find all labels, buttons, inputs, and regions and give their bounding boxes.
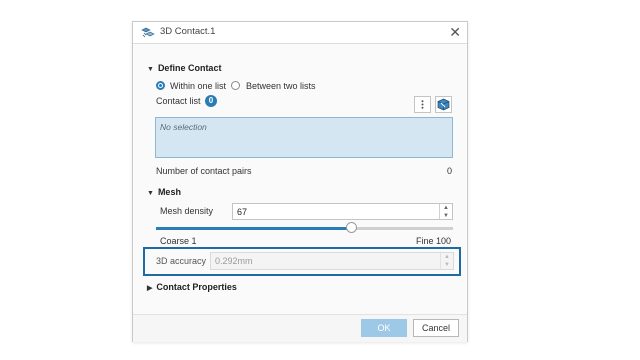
contact-pairs-label: Number of contact pairs (156, 166, 252, 176)
mesh-slider-fill (156, 227, 353, 230)
dialog-title: 3D Contact.1 (160, 26, 216, 37)
radio-within-one-list[interactable] (156, 81, 165, 90)
contact-feature-icon (141, 27, 155, 38)
cube-select-icon (437, 98, 450, 111)
select-geometry-button[interactable] (435, 96, 452, 113)
mesh-slider-rest (353, 227, 453, 230)
radio-within-label[interactable]: Within one list (170, 81, 226, 91)
coarse-label: Coarse 1 (160, 236, 197, 246)
contact-list-count-badge: 0 (205, 95, 217, 107)
accuracy-label: 3D accuracy (156, 256, 207, 266)
radio-between-two-lists[interactable] (231, 81, 240, 90)
more-options-icon[interactable] (414, 96, 431, 113)
cancel-button[interactable]: Cancel (413, 319, 459, 337)
dialog-titlebar[interactable]: 3D Contact.1 ✕ (133, 22, 467, 44)
close-icon[interactable]: ✕ (449, 24, 461, 40)
mesh-density-label: Mesh density (160, 206, 214, 216)
caret-down-icon: ▼ (147, 66, 154, 73)
contact-list-box[interactable]: No selection (155, 117, 453, 158)
accuracy-input: 0.292mm ▲ ▼ (210, 252, 454, 270)
radio-between-label[interactable]: Between two lists (246, 81, 316, 91)
contact-properties-header[interactable]: ▶ Contact Properties (147, 282, 237, 292)
mesh-density-spinner[interactable]: ▲ ▼ (439, 204, 452, 219)
accuracy-spinner: ▲ ▼ (440, 253, 453, 269)
kebab-icon (421, 100, 424, 109)
contact-list-label: Contact list (156, 96, 201, 106)
mesh-density-value: 67 (237, 207, 248, 217)
contact-pairs-value: 0 (447, 166, 453, 176)
define-contact-title: Define Contact (157, 63, 222, 73)
mesh-density-input[interactable]: 67 ▲ ▼ (232, 203, 453, 220)
contact-properties-title: Contact Properties (156, 282, 237, 292)
caret-right-icon: ▶ (147, 285, 153, 292)
accuracy-value: 0.292mm (215, 256, 253, 266)
mesh-slider-thumb[interactable] (346, 222, 357, 233)
fine-label: Fine 100 (416, 236, 452, 246)
mesh-header[interactable]: ▼ Mesh (147, 187, 181, 197)
caret-down-icon: ▼ (147, 190, 154, 197)
define-contact-header[interactable]: ▼ Define Contact (147, 63, 221, 73)
list-placeholder: No selection (160, 122, 207, 132)
mesh-title: Mesh (157, 187, 181, 197)
ok-button[interactable]: OK (361, 319, 407, 337)
